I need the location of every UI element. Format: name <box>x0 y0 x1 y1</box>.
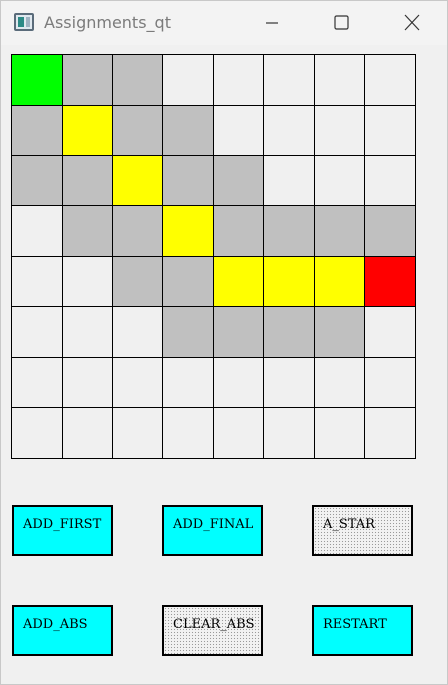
add-abs-button[interactable]: ADD_ABS <box>12 605 113 656</box>
grid-cell-gray[interactable] <box>11 104 64 157</box>
grid-cell-empty[interactable] <box>313 406 366 459</box>
grid-cell-empty[interactable] <box>263 54 315 107</box>
grid-cell-empty[interactable] <box>363 306 416 358</box>
grid-cell-empty[interactable] <box>313 54 366 107</box>
grid-cell-yellow[interactable] <box>61 104 114 157</box>
grid-cell-gray[interactable] <box>61 205 114 258</box>
grid-cell-empty[interactable] <box>363 356 416 409</box>
grid-cell-empty[interactable] <box>212 104 265 157</box>
restart-button[interactable]: RESTART <box>312 605 413 656</box>
grid-cell-empty[interactable] <box>363 54 416 107</box>
grid-cell-gray[interactable] <box>112 205 164 258</box>
grid-cell-empty[interactable] <box>162 356 215 409</box>
grid-cell-empty[interactable] <box>212 54 265 107</box>
grid-cell-empty[interactable] <box>313 356 366 409</box>
path-grid <box>11 54 416 459</box>
grid-cell-green[interactable] <box>11 54 64 107</box>
grid-cell-gray[interactable] <box>112 54 164 107</box>
grid-cell-empty[interactable] <box>11 356 64 409</box>
grid-cell-yellow[interactable] <box>162 205 215 258</box>
minimize-button[interactable] <box>257 9 287 37</box>
grid-cell-empty[interactable] <box>263 155 315 207</box>
grid-cell-gray[interactable] <box>162 104 215 157</box>
grid-cell-gray[interactable] <box>263 306 315 358</box>
grid-cell-yellow[interactable] <box>212 255 265 308</box>
grid-cell-empty[interactable] <box>112 406 164 459</box>
a-star-button[interactable]: A_STAR <box>312 505 413 556</box>
grid-cell-gray[interactable] <box>263 205 315 258</box>
grid-cell-empty[interactable] <box>363 104 416 157</box>
clear-abs-button[interactable]: CLEAR_ABS <box>162 605 263 656</box>
grid-cell-empty[interactable] <box>61 255 114 308</box>
grid-cell-yellow[interactable] <box>112 155 164 207</box>
title-bar[interactable]: Assignments_qt <box>1 1 447 45</box>
grid-cell-empty[interactable] <box>313 104 366 157</box>
grid-cell-empty[interactable] <box>363 155 416 207</box>
grid-cell-empty[interactable] <box>61 406 114 459</box>
grid-cell-empty[interactable] <box>112 356 164 409</box>
grid-cell-gray[interactable] <box>61 54 114 107</box>
maximize-button[interactable] <box>326 9 356 37</box>
close-icon <box>404 14 420 31</box>
add-first-button[interactable]: ADD_FIRST <box>12 505 113 556</box>
app-icon <box>14 13 34 31</box>
app-window: Assignments_qt ADD_FIRST ADD_FINAL A_STA… <box>0 0 448 685</box>
grid-cell-empty[interactable] <box>263 406 315 459</box>
grid-cell-empty[interactable] <box>363 406 416 459</box>
grid-cell-gray[interactable] <box>212 306 265 358</box>
minimize-icon <box>266 22 278 24</box>
grid-cell-empty[interactable] <box>112 306 164 358</box>
grid-cell-gray[interactable] <box>162 255 215 308</box>
grid-cell-empty[interactable] <box>61 356 114 409</box>
grid-cell-gray[interactable] <box>162 306 215 358</box>
grid-cell-empty[interactable] <box>11 205 64 258</box>
grid-cell-gray[interactable] <box>112 255 164 308</box>
grid-cell-gray[interactable] <box>162 155 215 207</box>
grid-cell-empty[interactable] <box>162 54 215 107</box>
grid-cell-yellow[interactable] <box>313 255 366 308</box>
maximize-icon <box>334 15 349 30</box>
grid-cell-red[interactable] <box>363 255 416 308</box>
grid-cell-gray[interactable] <box>212 155 265 207</box>
window-title: Assignments_qt <box>44 13 171 32</box>
grid-cell-empty[interactable] <box>263 104 315 157</box>
grid-cell-gray[interactable] <box>313 306 366 358</box>
grid-cell-yellow[interactable] <box>263 255 315 308</box>
grid-cell-empty[interactable] <box>212 356 265 409</box>
close-button[interactable] <box>397 9 427 37</box>
grid-cell-empty[interactable] <box>61 306 114 358</box>
grid-cell-empty[interactable] <box>162 406 215 459</box>
grid-cell-gray[interactable] <box>313 205 366 258</box>
grid-cell-empty[interactable] <box>212 406 265 459</box>
grid-cell-empty[interactable] <box>11 306 64 358</box>
grid-cell-gray[interactable] <box>212 205 265 258</box>
grid-cell-gray[interactable] <box>112 104 164 157</box>
grid-cell-empty[interactable] <box>11 406 64 459</box>
grid-cell-empty[interactable] <box>11 255 64 308</box>
grid-cell-empty[interactable] <box>263 356 315 409</box>
grid-cell-gray[interactable] <box>363 205 416 258</box>
grid-cell-empty[interactable] <box>313 155 366 207</box>
grid-cell-gray[interactable] <box>61 155 114 207</box>
grid-cell-gray[interactable] <box>11 155 64 207</box>
add-final-button[interactable]: ADD_FINAL <box>162 505 263 556</box>
